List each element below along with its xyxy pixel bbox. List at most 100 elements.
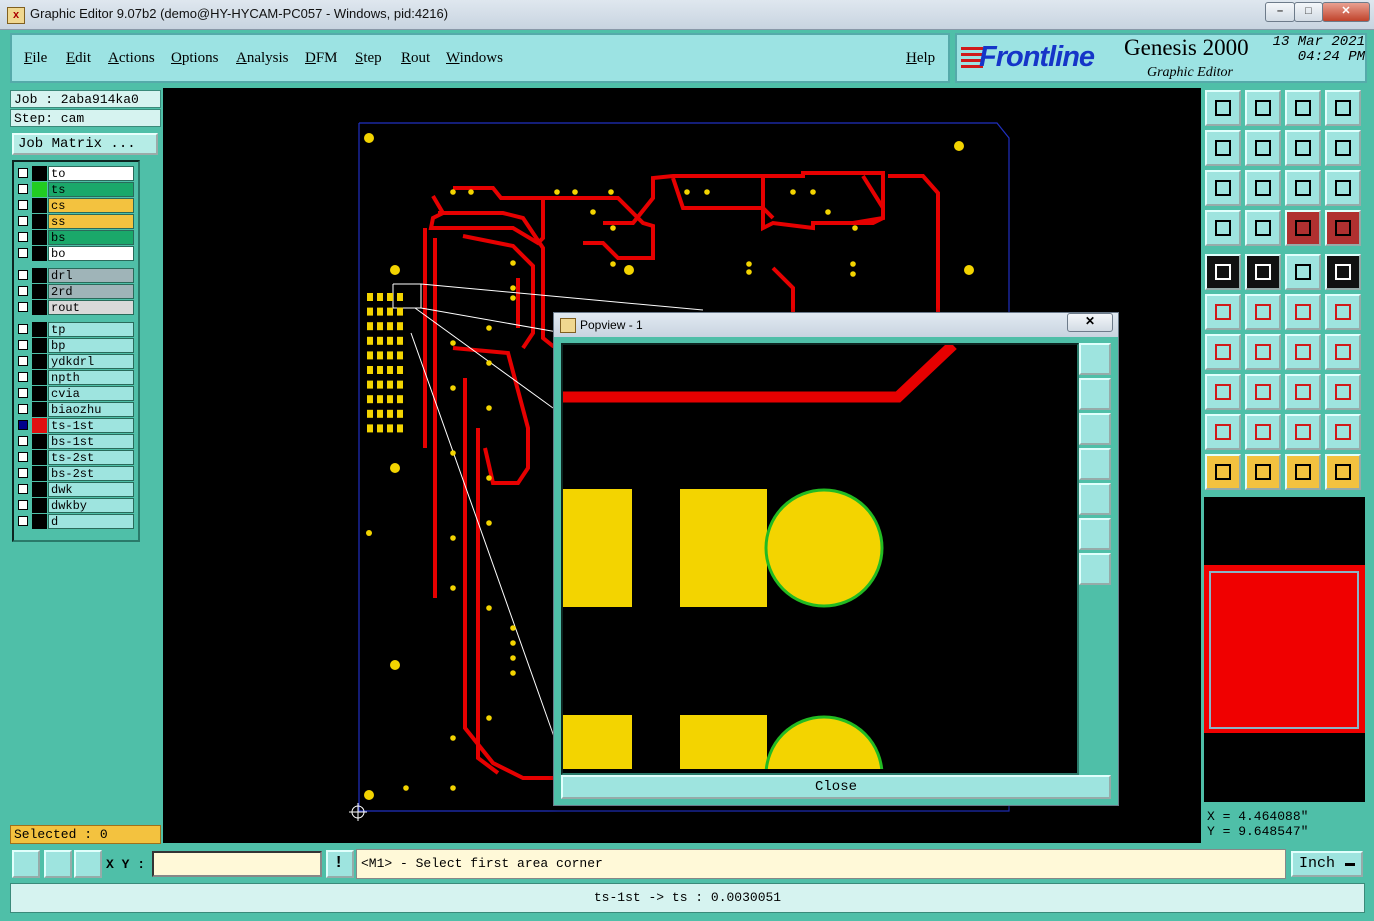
draw-line-button[interactable] (12, 850, 40, 878)
layer-name[interactable]: bs-2st (48, 466, 134, 481)
move-point-button[interactable] (1285, 294, 1321, 330)
layer-color-swatch[interactable] (32, 450, 47, 465)
layer-row-dwk[interactable]: dwk (16, 482, 134, 497)
zoom-fit-button[interactable] (1245, 170, 1281, 206)
layer-name[interactable]: ydkdrl (48, 354, 134, 369)
layer-row-npth[interactable]: npth (16, 370, 134, 385)
layer-color-swatch[interactable] (32, 386, 47, 401)
pointer-node-button[interactable] (1325, 454, 1361, 490)
undo-view-button[interactable] (1285, 130, 1321, 166)
popview-close-button[interactable]: Close (561, 775, 1111, 799)
layer-checkbox[interactable] (18, 500, 28, 510)
menu-analysis[interactable]: Analysis (236, 50, 289, 67)
menu-actions[interactable]: Actions (108, 50, 155, 67)
layer-color-swatch[interactable] (32, 182, 47, 197)
layer-name[interactable]: bo (48, 246, 134, 261)
layer-name[interactable]: ts-2st (48, 450, 134, 465)
dash-button[interactable] (1245, 374, 1281, 410)
layer-name[interactable]: cvia (48, 386, 134, 401)
redo-view-button[interactable] (1325, 130, 1361, 166)
split-view-button[interactable] (1325, 90, 1361, 126)
snap-a-button[interactable] (1285, 210, 1321, 246)
pan-left-button[interactable] (1205, 130, 1241, 166)
layer-row-ydkdrl[interactable]: ydkdrl (16, 354, 134, 369)
layer-checkbox[interactable] (18, 200, 28, 210)
exclamation-button[interactable]: ! (326, 850, 354, 878)
pointer-button[interactable] (1205, 454, 1241, 490)
snap-b-button[interactable] (1325, 210, 1361, 246)
popview-canvas[interactable] (561, 343, 1079, 775)
layer-row-cvia[interactable]: cvia (16, 386, 134, 401)
layer-checkbox[interactable] (18, 248, 28, 258)
layer-color-swatch[interactable] (32, 402, 47, 417)
layer-name[interactable]: ts (48, 182, 134, 197)
popview-center-button[interactable] (1079, 553, 1111, 585)
zoom-window-button[interactable] (1205, 90, 1241, 126)
menu-options[interactable]: Options (171, 50, 219, 67)
layer-row-rout[interactable]: rout (16, 300, 134, 315)
layer-color-swatch[interactable] (32, 322, 47, 337)
arc-button[interactable] (1285, 334, 1321, 370)
layer-color-swatch[interactable] (32, 482, 47, 497)
layer-checkbox[interactable] (18, 216, 28, 226)
layer-row-cs[interactable]: cs (16, 198, 134, 213)
layer-color-swatch[interactable] (32, 418, 47, 433)
layer-checkbox[interactable] (18, 420, 28, 430)
grid-button[interactable] (1245, 210, 1281, 246)
layer-checkbox[interactable] (18, 388, 28, 398)
move-node-button[interactable] (1285, 374, 1321, 410)
minimize-button[interactable]: – (1265, 2, 1295, 22)
layer-checkbox[interactable] (18, 340, 28, 350)
menu-edit[interactable]: Edit (66, 50, 91, 67)
cross-button[interactable] (1245, 294, 1281, 330)
node-button[interactable] (1205, 374, 1241, 410)
layer-name[interactable]: npth (48, 370, 134, 385)
popview-zoom-in-button[interactable] (1079, 343, 1111, 375)
popview-zoom-up-button[interactable] (1079, 378, 1111, 410)
layer-color-swatch[interactable] (32, 268, 47, 283)
layer-color-swatch[interactable] (32, 354, 47, 369)
unit-select[interactable]: Inch (1291, 851, 1363, 877)
menu-windows[interactable]: Windows (446, 50, 503, 67)
layer-name[interactable]: rout (48, 300, 134, 315)
overview-panel[interactable] (1204, 497, 1365, 802)
pointer-box-button[interactable] (1245, 454, 1281, 490)
menu-step[interactable]: Step (355, 50, 382, 67)
fit-all-button[interactable] (1205, 170, 1241, 206)
popview-close-x[interactable]: ✕ (1067, 313, 1113, 332)
xy-input[interactable] (152, 851, 322, 877)
layer-name[interactable]: 2rd (48, 284, 134, 299)
layer-row-drl[interactable]: drl (16, 268, 134, 283)
layer-checkbox[interactable] (18, 356, 28, 366)
layer-row-tp[interactable]: tp (16, 322, 134, 337)
overlay-button[interactable] (1325, 374, 1361, 410)
layer-name[interactable]: ts-1st (48, 418, 134, 433)
layer-name[interactable]: bp (48, 338, 134, 353)
pointer-circle-button[interactable] (1285, 454, 1321, 490)
layer-row-bs-1st[interactable]: bs-1st (16, 434, 134, 449)
layer-name[interactable]: d (48, 514, 134, 529)
layer-name[interactable]: bs (48, 230, 134, 245)
grid-snap-button[interactable] (74, 850, 102, 878)
layer-color-swatch[interactable] (32, 300, 47, 315)
line-red-button[interactable] (1205, 334, 1241, 370)
layer-row-to[interactable]: to (16, 166, 134, 181)
home-button[interactable] (1285, 90, 1321, 126)
layer-row-bp[interactable]: bp (16, 338, 134, 353)
layer-row-ts[interactable]: ts (16, 182, 134, 197)
layer-name[interactable]: tp (48, 322, 134, 337)
zoom-back-button[interactable] (1245, 90, 1281, 126)
layer-name[interactable]: dwk (48, 482, 134, 497)
line-blue-button[interactable] (1245, 334, 1281, 370)
feature-select-button[interactable] (1205, 254, 1241, 290)
layer-name[interactable]: ss (48, 214, 134, 229)
popview-fit-button[interactable] (1079, 518, 1111, 550)
mirror-button[interactable] (1325, 334, 1361, 370)
layer-checkbox[interactable] (18, 232, 28, 242)
measure-button[interactable] (1205, 210, 1241, 246)
layer-row-bs-2st[interactable]: bs-2st (16, 466, 134, 481)
connect-button[interactable] (1205, 294, 1241, 330)
clip-area-button[interactable] (1245, 254, 1281, 290)
layer-name[interactable]: dwkby (48, 498, 134, 513)
layer-checkbox[interactable] (18, 302, 28, 312)
